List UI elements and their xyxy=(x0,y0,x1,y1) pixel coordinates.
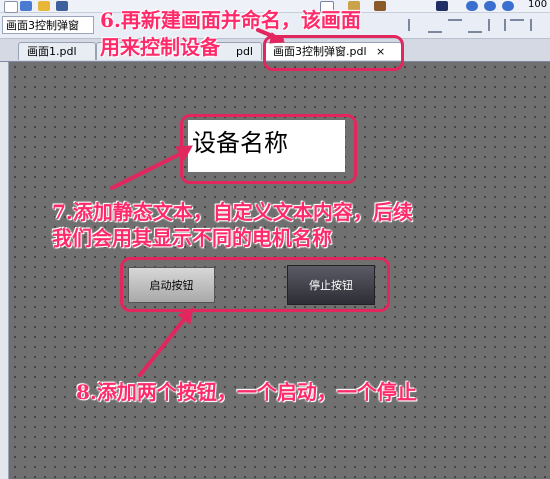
annotation-step7-line1: 7.添加静态文本，自定义文本内容，后续 xyxy=(52,200,413,224)
annotation-step6-line2: 用来控制设备 xyxy=(100,35,220,59)
arrow-step7 xyxy=(110,148,190,190)
annotation-step7-line2: 我们会用其显示不同的电机名称 xyxy=(52,226,332,250)
annotation-step6-line1: 6.再新建画面并命名，该画面 xyxy=(100,8,361,32)
arrow-step8 xyxy=(138,310,192,377)
annotation-step8: 8.添加两个按钮，一个启动，一个停止 xyxy=(76,380,417,404)
